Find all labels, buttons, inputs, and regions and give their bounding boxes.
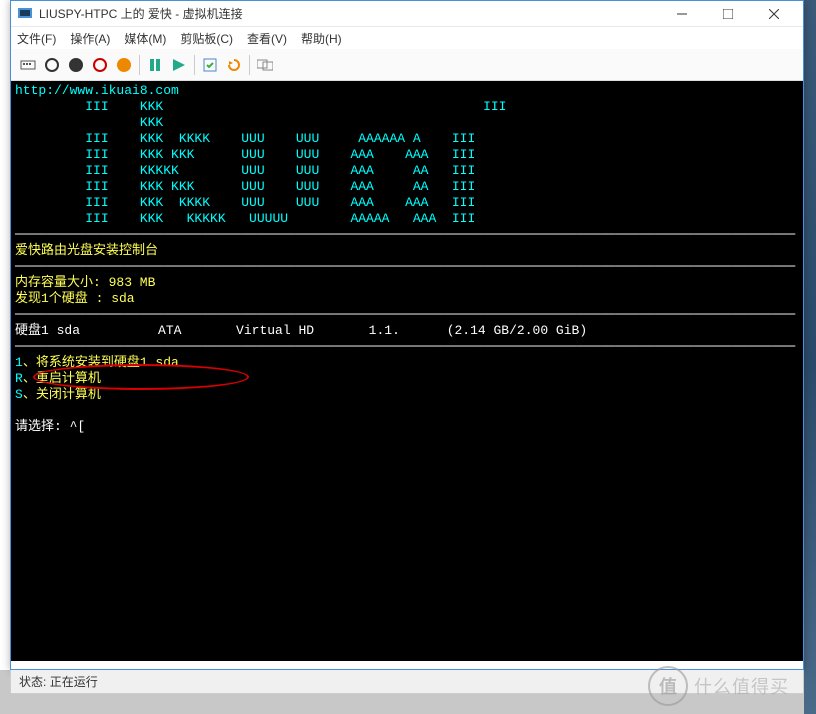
vm-connect-window: LIUSPY-HTPC 上的 爱快 - 虚拟机连接 文件(F) 操作(A) 媒体… bbox=[10, 0, 804, 670]
terminal[interactable]: http://www.ikuai8.com III KKK III KKK II… bbox=[11, 81, 803, 661]
ctrl-alt-del-button[interactable] bbox=[17, 54, 39, 76]
app-icon bbox=[17, 6, 33, 22]
watermark-text: 什么值得买 bbox=[694, 673, 789, 699]
menu-media[interactable]: 媒体(M) bbox=[124, 30, 166, 47]
menu-clipboard[interactable]: 剪贴板(C) bbox=[180, 30, 233, 47]
watermark: 值 什么值得买 bbox=[648, 664, 808, 708]
menu-help[interactable]: 帮助(H) bbox=[301, 30, 342, 47]
opt-shutdown: S、关闭计算机 bbox=[15, 387, 101, 402]
checkpoint-button[interactable] bbox=[199, 54, 221, 76]
minimize-button[interactable] bbox=[659, 1, 705, 27]
shutdown-button[interactable] bbox=[89, 54, 111, 76]
install-header: 爱快路由光盘安装控制台 bbox=[15, 243, 158, 258]
menu-file[interactable]: 文件(F) bbox=[17, 30, 56, 47]
titlebar: LIUSPY-HTPC 上的 爱快 - 虚拟机连接 bbox=[11, 1, 803, 27]
status-label: 状态: bbox=[19, 673, 46, 690]
mem-line: 内存容量大小: 983 MB bbox=[15, 275, 155, 290]
revert-button[interactable] bbox=[223, 54, 245, 76]
opt-install: 1、将系统安装到硬盘1 sda bbox=[15, 355, 179, 370]
menubar: 文件(F) 操作(A) 媒体(M) 剪贴板(C) 查看(V) 帮助(H) bbox=[11, 27, 803, 49]
ascii-art: III KKK III KKK III KKK KKKK UUU UUU AAA… bbox=[15, 99, 506, 226]
reset-button[interactable] bbox=[168, 54, 190, 76]
disk-row: 硬盘1 sda ATA Virtual HD 1.1. (2.14 GB/2.0… bbox=[15, 323, 587, 338]
status-value: 正在运行 bbox=[50, 673, 98, 690]
pause-button[interactable] bbox=[144, 54, 166, 76]
url-line: http://www.ikuai8.com bbox=[15, 83, 179, 98]
share-button[interactable] bbox=[254, 54, 276, 76]
window-controls bbox=[659, 1, 797, 27]
menu-view[interactable]: 查看(V) bbox=[247, 30, 287, 47]
desktop-background bbox=[804, 0, 816, 714]
menu-action[interactable]: 操作(A) bbox=[70, 30, 110, 47]
window-title: LIUSPY-HTPC 上的 爱快 - 虚拟机连接 bbox=[39, 5, 659, 22]
toolbar bbox=[11, 49, 803, 81]
turnoff-button[interactable] bbox=[65, 54, 87, 76]
prompt: 请选择: ^[ bbox=[15, 419, 85, 434]
rule: ────────────────────────────────────────… bbox=[15, 339, 795, 354]
maximize-button[interactable] bbox=[705, 1, 751, 27]
opt-reboot: R、重启计算机 bbox=[15, 371, 101, 386]
watermark-icon: 值 bbox=[648, 666, 688, 706]
separator bbox=[194, 55, 195, 75]
disk-found: 发现1个硬盘 : sda bbox=[15, 291, 135, 306]
separator bbox=[139, 55, 140, 75]
power-button[interactable] bbox=[41, 54, 63, 76]
left-edge bbox=[0, 0, 10, 670]
close-button[interactable] bbox=[751, 1, 797, 27]
save-button[interactable] bbox=[113, 54, 135, 76]
rule: ────────────────────────────────────────… bbox=[15, 227, 795, 242]
rule: ────────────────────────────────────────… bbox=[15, 307, 795, 322]
separator bbox=[249, 55, 250, 75]
rule: ────────────────────────────────────────… bbox=[15, 259, 795, 274]
